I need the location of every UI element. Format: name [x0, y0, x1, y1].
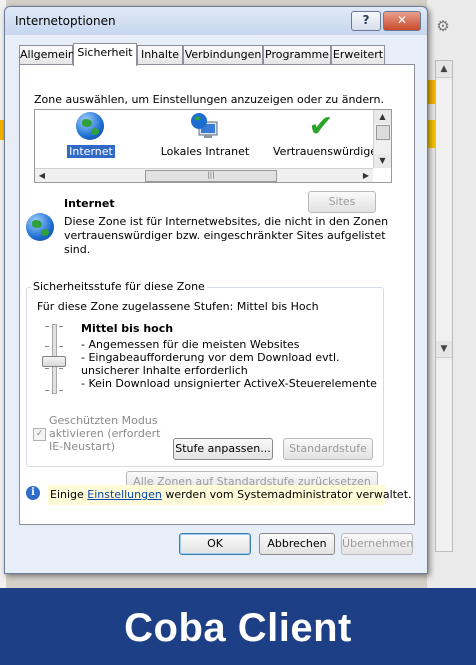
info-suffix: werden vom Systemadministrator verwaltet… — [161, 488, 412, 501]
level-item: - Angemessen für die meisten Websites — [81, 338, 300, 351]
level-item: - Eingabeaufforderung vor dem Download e… — [81, 351, 340, 377]
security-level-slider[interactable] — [39, 322, 69, 396]
info-prefix: Einige — [50, 488, 88, 501]
info-icon: i — [26, 486, 40, 500]
zone-item-internet[interactable]: Internet — [41, 112, 141, 158]
tab-erweitert[interactable]: Erweitert — [331, 45, 385, 65]
zone-list: Internet Lokales Intranet ✔ Vertrauenswü… — [34, 109, 392, 183]
zone-label: Lokales Intranet — [160, 145, 250, 158]
zone-label: Internet — [67, 145, 115, 158]
level-item: - Kein Download unsignierter ActiveX-Ste… — [81, 377, 377, 390]
tab-allgemein[interactable]: Allgemein — [19, 45, 75, 65]
group-title: Sicherheitsstufe für diese Zone — [31, 280, 207, 293]
apply-button[interactable]: Übernehmen — [341, 533, 413, 555]
zone-name: Internet — [64, 197, 115, 210]
dialog-title: Internetoptionen — [15, 14, 116, 28]
security-panel: Zone auswählen, um Einstellungen anzuzei… — [19, 64, 415, 525]
checkmark-icon: ✔ — [308, 109, 334, 144]
tab-sicherheit[interactable]: Sicherheit — [73, 43, 137, 66]
scroll-down-icon[interactable]: ▼ — [436, 341, 452, 358]
custom-level-button[interactable]: Stufe anpassen... — [173, 438, 273, 460]
help-button[interactable]: ? — [351, 11, 381, 31]
zone-instruction: Zone auswählen, um Einstellungen anzuzei… — [34, 93, 384, 106]
internet-options-dialog: Internetoptionen ? ✕ Allgemein Sicherhei… — [4, 6, 428, 574]
level-description: - Angemessen für die meisten Websites - … — [81, 338, 381, 390]
zone-item-intranet[interactable]: Lokales Intranet — [155, 112, 255, 158]
gear-icon[interactable]: ⚙ — [435, 18, 451, 34]
scroll-up-icon[interactable]: ▲ — [374, 110, 391, 124]
globe-icon — [76, 112, 104, 140]
zone-label: Vertrauenswürdige — [273, 145, 378, 158]
admin-info: i Einige Einstellungen werden vom System… — [26, 485, 412, 507]
slider-thumb[interactable] — [42, 356, 66, 367]
scroll-right-icon[interactable]: ▶ — [359, 169, 373, 182]
scroll-down-icon[interactable]: ▼ — [374, 154, 391, 168]
vscroll-thumb[interactable] — [376, 125, 390, 140]
protected-mode-label: Geschützten Modus aktivieren (erfordert … — [49, 414, 161, 453]
intranet-icon — [190, 112, 220, 142]
hscroll-thumb[interactable]: ||| — [145, 170, 277, 182]
protected-mode-checkbox[interactable]: ✓ — [33, 428, 46, 441]
title-bar[interactable]: Internetoptionen ? ✕ — [5, 7, 427, 35]
footer-title: Coba Client — [124, 606, 352, 650]
zone-item-trusted[interactable]: ✔ Vertrauenswürdige — [271, 109, 377, 159]
cancel-button[interactable]: Abbrechen — [259, 533, 335, 555]
globe-icon — [26, 213, 54, 241]
zone-list-hscroll[interactable]: ◀ ||| ▶ — [35, 168, 373, 182]
security-level-group: Sicherheitsstufe für diese Zone Für dies… — [26, 280, 384, 467]
tab-verbindungen[interactable]: Verbindungen — [183, 45, 263, 65]
zone-description: Diese Zone ist für Internetwebsites, die… — [64, 215, 389, 256]
settings-link[interactable]: Einstellungen — [87, 488, 162, 501]
info-bar: Einige Einstellungen werden vom Systemad… — [48, 485, 412, 505]
background-right-area: ⚙ ▲ ▼ — [427, 0, 476, 588]
scroll-left-icon[interactable]: ◀ — [35, 169, 49, 182]
default-level-button[interactable]: Standardstufe — [283, 438, 373, 460]
background-scrollbar[interactable]: ▲ ▼ — [435, 60, 453, 552]
ok-button[interactable]: OK — [179, 533, 251, 555]
scroll-up-icon[interactable]: ▲ — [436, 61, 452, 78]
footer-banner: Coba Client — [0, 588, 476, 665]
level-title: Mittel bis hoch — [81, 322, 174, 335]
close-button[interactable]: ✕ — [383, 11, 421, 31]
tab-programme[interactable]: Programme — [263, 45, 331, 65]
tab-inhalte[interactable]: Inhalte — [137, 45, 183, 65]
allowed-levels: Für diese Zone zugelassene Stufen: Mitte… — [37, 300, 319, 313]
zone-list-vscroll[interactable]: ▲ ▼ — [373, 110, 391, 168]
sites-button[interactable]: Sites — [308, 191, 376, 213]
